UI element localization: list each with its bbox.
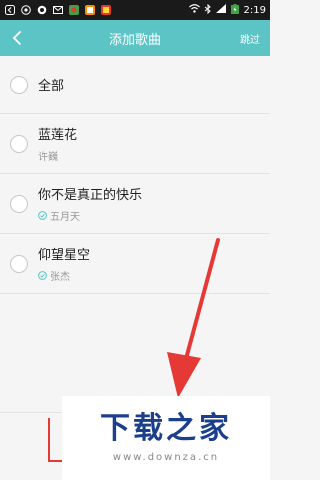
artist-line: 五月天	[38, 208, 142, 223]
back-button[interactable]	[0, 20, 34, 56]
mail-icon	[52, 4, 64, 16]
app-icon	[68, 4, 80, 16]
wifi-icon	[188, 4, 200, 16]
song-title: 仰望星空	[38, 248, 91, 263]
annotation-highlight-box	[48, 418, 62, 462]
select-all-label: 全部	[38, 79, 65, 94]
app-icon	[84, 4, 96, 16]
page-title: 添加歌曲	[108, 32, 161, 48]
song-title: 蓝莲花	[38, 128, 78, 143]
song-title: 你不是真正的快乐	[38, 188, 143, 203]
watermark: 下载之家 www.downza.cn	[62, 396, 270, 480]
row-text: 你不是真正的快乐 五月天	[38, 184, 142, 223]
row-text: 蓝莲花 许巍	[38, 124, 77, 163]
skip-button[interactable]: 跳过	[240, 31, 260, 46]
row-text: 全部	[38, 75, 64, 94]
radio-button[interactable]	[10, 134, 28, 153]
artist-name: 张杰	[50, 272, 70, 283]
watermark-brand: 下载之家	[100, 410, 232, 446]
song-list: 全部 蓝莲花 许巍 你不是真正的快乐 五月天 仰望星空 张杰	[0, 56, 270, 294]
artist-name: 五月天	[50, 212, 80, 223]
chevron-left-icon	[12, 30, 22, 46]
radio-button[interactable]	[10, 194, 28, 213]
artist-name: 许巍	[38, 152, 58, 163]
battery-icon	[230, 3, 240, 17]
status-bar: 2:19	[0, 0, 270, 20]
radio-button[interactable]	[10, 254, 28, 273]
select-all-row[interactable]: 全部	[0, 56, 270, 114]
signal-icon	[215, 4, 226, 16]
app-icon	[20, 4, 32, 16]
song-row[interactable]: 你不是真正的快乐 五月天	[0, 174, 270, 234]
downloaded-check-icon	[38, 211, 47, 220]
app-bar: 添加歌曲 跳过	[0, 20, 270, 56]
bluetooth-icon	[204, 3, 212, 17]
status-bar-notifications	[4, 4, 112, 16]
back-icon	[4, 4, 16, 16]
artist-line: 许巍	[38, 148, 77, 163]
row-text: 仰望星空 张杰	[38, 244, 90, 283]
downloaded-check-icon	[38, 271, 47, 280]
status-time: 2:19	[243, 4, 266, 16]
song-row[interactable]: 仰望星空 张杰	[0, 234, 270, 294]
app-icon	[100, 4, 112, 16]
watermark-url: www.downza.cn	[112, 451, 220, 463]
artist-line: 张杰	[38, 268, 90, 283]
song-row[interactable]: 蓝莲花 许巍	[0, 114, 270, 174]
radio-button[interactable]	[10, 75, 28, 94]
app-icon	[36, 4, 48, 16]
status-bar-system: 2:19	[188, 3, 266, 17]
